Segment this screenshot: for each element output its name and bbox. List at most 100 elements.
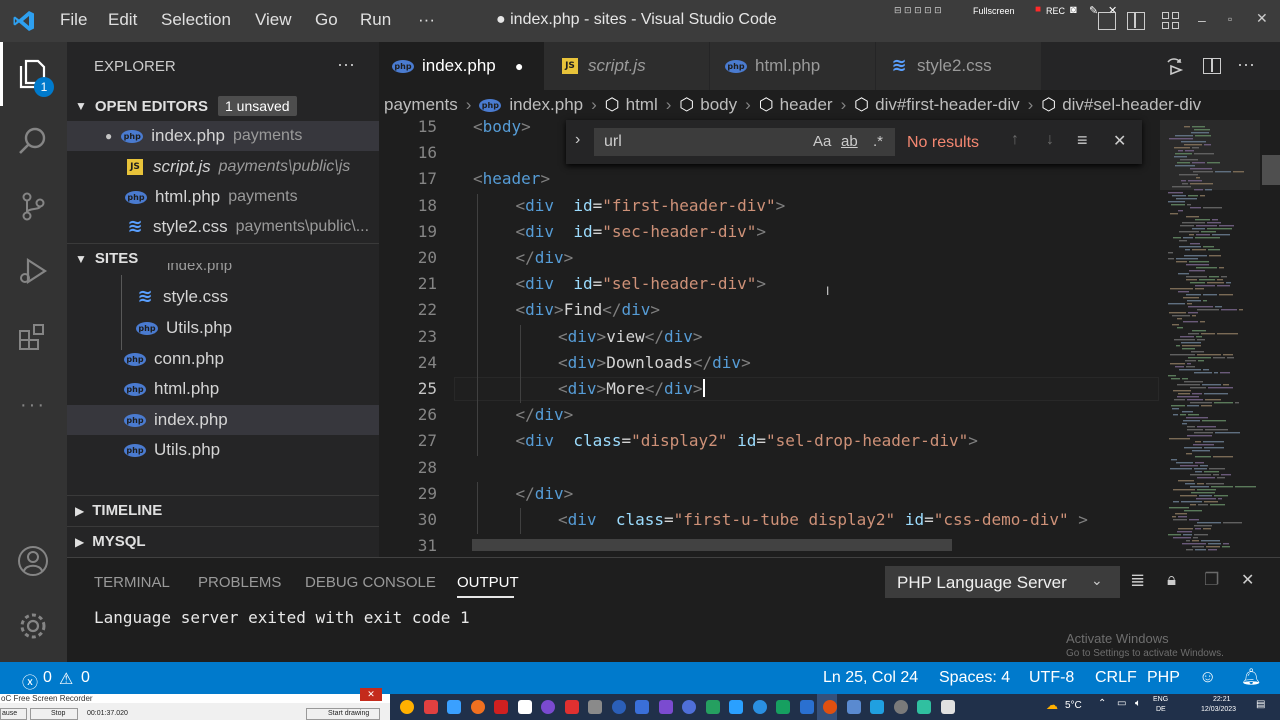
- breadcrumb-item[interactable]: index.php: [509, 95, 583, 115]
- taskbar-app-icon[interactable]: [917, 700, 931, 714]
- taskbar-app-icon[interactable]: [658, 700, 673, 714]
- taskbar-app-icon[interactable]: [823, 700, 837, 714]
- notification-center-icon[interactable]: ▤: [1256, 699, 1265, 710]
- search-icon[interactable]: [14, 122, 52, 160]
- camera-icon[interactable]: ◙: [1070, 4, 1077, 16]
- code-editor[interactable]: 15 <body> 16 17 <header> 18 <div id="first-hea…: [379, 120, 1280, 557]
- tab-index-php[interactable]: php index.php ●: [379, 42, 544, 90]
- taskbar-app-icon[interactable]: [611, 700, 626, 714]
- open-changes-icon[interactable]: [1165, 56, 1185, 76]
- source-control-icon[interactable]: [14, 187, 52, 225]
- sites-file-item-selected[interactable]: php index.php: [67, 405, 379, 435]
- notifications-bell-icon[interactable]: 🔔︎: [1241, 667, 1261, 687]
- extensions-icon[interactable]: [14, 318, 52, 356]
- toggle-sidebar-icon[interactable]: [1098, 12, 1116, 30]
- sites-file-item[interactable]: ≋ style.css: [67, 282, 379, 312]
- close-find-icon[interactable]: ✕: [1113, 131, 1126, 151]
- find-in-selection-icon[interactable]: ≡: [1077, 130, 1088, 151]
- recorder-close-icon[interactable]: ✕: [360, 688, 382, 701]
- feedback-icon[interactable]: ☺: [1199, 667, 1216, 687]
- network-icon[interactable]: ▭: [1117, 698, 1126, 709]
- next-match-icon[interactable]: ↓: [1046, 131, 1054, 149]
- weather-icon[interactable]: ☁: [1046, 698, 1058, 712]
- taskbar-app-icon[interactable]: [729, 700, 743, 714]
- vertical-scrollbar-thumb[interactable]: [1262, 155, 1280, 185]
- open-log-icon[interactable]: ❐: [1204, 570, 1219, 590]
- open-editor-item[interactable]: php html.php payments: [67, 182, 379, 212]
- taskbar-app-icon[interactable]: [705, 700, 720, 714]
- dirty-dot-icon[interactable]: ●: [515, 58, 523, 74]
- taskbar-app-icon[interactable]: [517, 700, 532, 714]
- tab-debug-console[interactable]: DEBUG CONSOLE: [305, 574, 436, 591]
- taskbar-app-icon[interactable]: [470, 700, 485, 714]
- fullscreen-label[interactable]: Fullscreen: [973, 6, 1015, 16]
- taskbar-app-icon[interactable]: [635, 700, 649, 714]
- language-mode[interactable]: PHP: [1147, 669, 1180, 687]
- horizontal-scrollbar[interactable]: [472, 539, 952, 551]
- tab-style2-css[interactable]: ≋ style2.css: [876, 42, 1041, 90]
- explorer-more-icon[interactable]: ···: [337, 54, 355, 75]
- taskbar-app-icon[interactable]: [423, 700, 438, 714]
- sites-file-item[interactable]: php conn.php: [67, 344, 379, 374]
- close-window-icon[interactable]: ✕: [1256, 10, 1268, 27]
- breadcrumb-item[interactable]: body: [700, 95, 737, 115]
- taskbar-app-icon[interactable]: [776, 700, 790, 714]
- breadcrumb-item[interactable]: header: [780, 95, 833, 115]
- breadcrumb-item[interactable]: div#first-header-div: [875, 95, 1020, 115]
- menu-edit[interactable]: Edit: [108, 10, 137, 30]
- menu-run[interactable]: Run: [360, 10, 391, 30]
- open-editor-item[interactable]: JS script.js payments\public\js: [67, 152, 379, 182]
- breadcrumb-item[interactable]: div#sel-header-div: [1062, 95, 1201, 115]
- clock-time[interactable]: 22:21: [1213, 696, 1231, 703]
- minimap[interactable]: [1160, 120, 1260, 557]
- cursor-position[interactable]: Ln 25, Col 24: [823, 669, 918, 687]
- accounts-icon[interactable]: [14, 542, 52, 580]
- lock-scroll-icon[interactable]: 🔒︎: [1167, 570, 1176, 590]
- timeline-header[interactable]: ▶ TIMELINE: [67, 495, 379, 525]
- taskbar-app-icon[interactable]: [682, 700, 696, 714]
- taskbar-app-icon[interactable]: [870, 700, 884, 714]
- taskbar-app-icon[interactable]: [893, 700, 908, 714]
- taskbar-app-icon[interactable]: [588, 700, 602, 714]
- taskbar-app-icon[interactable]: [400, 700, 414, 714]
- start-drawing-button[interactable]: Start drawing: [306, 708, 380, 720]
- minimap-viewport[interactable]: [1160, 120, 1260, 190]
- run-debug-icon[interactable]: [14, 252, 52, 290]
- tray-chevron-icon[interactable]: ⌃: [1098, 698, 1106, 709]
- volume-icon[interactable]: 🔈︎: [1135, 698, 1141, 709]
- output-channel-select[interactable]: PHP Language Server ⌄: [885, 566, 1120, 598]
- tab-script-js[interactable]: JS script.js: [544, 42, 709, 90]
- encoding[interactable]: UTF-8: [1029, 669, 1074, 687]
- errors-icon[interactable]: ⓧ: [22, 669, 38, 693]
- tab-html-php[interactable]: php html.php: [710, 42, 875, 90]
- tab-terminal[interactable]: TERMINAL: [94, 574, 170, 591]
- customize-layout-icon[interactable]: [1162, 12, 1180, 30]
- recorder-stop-button[interactable]: Stop: [30, 708, 78, 720]
- region-indicator[interactable]: DE: [1156, 706, 1166, 713]
- menu-more[interactable]: ···: [418, 10, 435, 30]
- sites-file-item[interactable]: php Utils.php: [67, 435, 379, 465]
- pen-icon[interactable]: ✎: [1089, 4, 1098, 17]
- match-whole-word-icon[interactable]: ab: [841, 133, 858, 150]
- use-regex-icon[interactable]: .*: [873, 133, 883, 150]
- tab-output[interactable]: OUTPUT: [457, 574, 519, 591]
- tab-problems[interactable]: PROBLEMS: [198, 574, 281, 591]
- taskbar-app-icon[interactable]: [564, 700, 579, 714]
- split-editor-icon[interactable]: [1203, 58, 1221, 74]
- maximize-icon[interactable]: ▫: [1228, 12, 1232, 26]
- menu-selection[interactable]: Selection: [161, 10, 231, 30]
- menu-file[interactable]: File: [60, 10, 87, 30]
- language-indicator[interactable]: ENG: [1153, 696, 1168, 703]
- toggle-panel-icon[interactable]: [1127, 12, 1145, 30]
- warning-icon[interactable]: ⚠: [59, 669, 73, 689]
- open-editor-item[interactable]: ● php index.php payments: [67, 121, 379, 151]
- line-ending[interactable]: CRLF: [1095, 669, 1137, 687]
- sites-file-item[interactable]: php Utils.php: [67, 313, 379, 343]
- taskbar-app-icon[interactable]: [752, 700, 767, 714]
- indentation[interactable]: Spaces: 4: [939, 669, 1010, 687]
- errors-count[interactable]: 0: [43, 669, 52, 687]
- settings-gear-icon[interactable]: [14, 607, 52, 645]
- clock-date[interactable]: 12/03/2023: [1201, 706, 1236, 713]
- taskbar-app-icon[interactable]: [447, 700, 461, 714]
- menu-go[interactable]: Go: [315, 10, 338, 30]
